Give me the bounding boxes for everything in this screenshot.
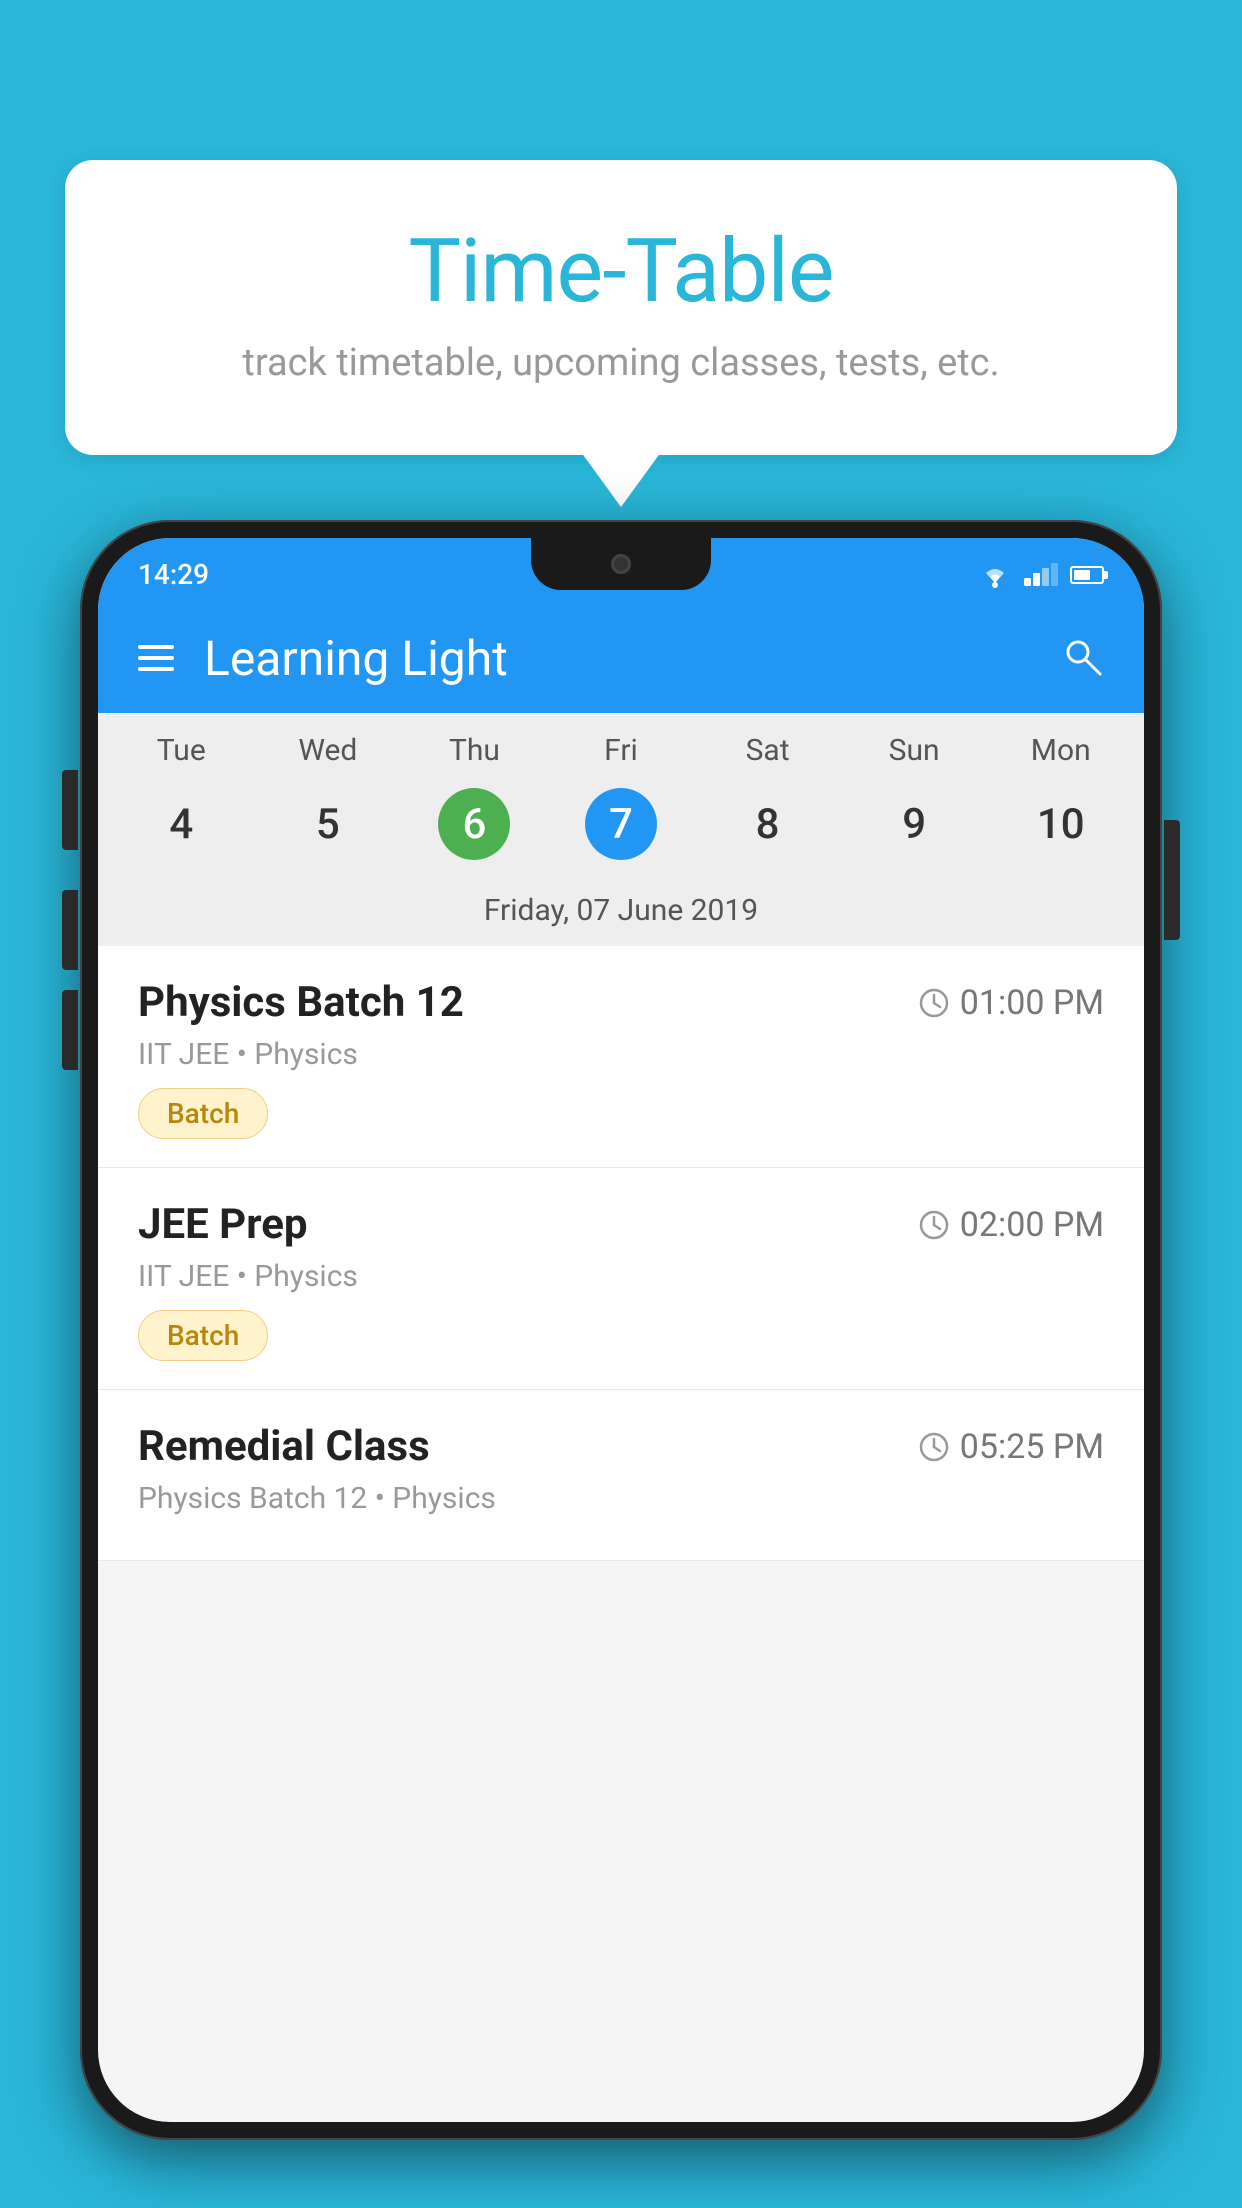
schedule-item-3-title: Remedial Class — [138, 1422, 430, 1471]
speech-bubble: Time-Table track timetable, upcoming cla… — [65, 160, 1177, 455]
speech-bubble-title: Time-Table — [115, 220, 1127, 323]
speech-bubble-subtitle: track timetable, upcoming classes, tests… — [115, 341, 1127, 385]
day-header-sat: Sat — [694, 733, 841, 768]
day-headers: Tue Wed Thu Fri Sat Sun Mon — [98, 713, 1144, 773]
schedule-item-2-subtitle: IIT JEE • Physics — [138, 1259, 1104, 1294]
battery-fill — [1074, 570, 1090, 580]
day-4[interactable]: 4 — [108, 778, 255, 870]
day-header-tue: Tue — [108, 733, 255, 768]
wifi-icon — [978, 561, 1012, 589]
speech-bubble-container: Time-Table track timetable, upcoming cla… — [65, 160, 1177, 455]
battery-icon — [1070, 566, 1104, 584]
phone-outer: 14:29 — [80, 520, 1162, 2140]
app-bar: Learning Light — [98, 603, 1144, 713]
schedule-item-1[interactable]: Physics Batch 12 01:00 PM IIT JEE • Phys… — [98, 946, 1144, 1168]
clock-icon-3 — [918, 1431, 950, 1463]
schedule-item-2-time: 02:00 PM — [918, 1205, 1104, 1245]
day-9[interactable]: 9 — [841, 778, 988, 870]
signal-icon — [1024, 563, 1058, 586]
phone-container: 14:29 — [80, 520, 1162, 2208]
schedule-item-3[interactable]: Remedial Class 05:25 PM Physics Batch 12… — [98, 1390, 1144, 1561]
clock-icon-2 — [918, 1209, 950, 1241]
schedule-item-1-subtitle: IIT JEE • Physics — [138, 1037, 1104, 1072]
day-6-circle[interactable]: 6 — [438, 788, 510, 860]
schedule-item-1-header: Physics Batch 12 01:00 PM — [138, 978, 1104, 1027]
search-icon[interactable] — [1060, 634, 1104, 682]
day-10[interactable]: 10 — [987, 778, 1134, 870]
phone-notch — [531, 538, 711, 590]
schedule-item-3-subtitle: Physics Batch 12 • Physics — [138, 1481, 1104, 1516]
selected-date: Friday, 07 June 2019 — [98, 885, 1144, 946]
day-header-thu: Thu — [401, 733, 548, 768]
schedule-item-1-title: Physics Batch 12 — [138, 978, 464, 1027]
day-numbers: 4 5 6 7 8 9 10 — [98, 773, 1144, 885]
day-header-fri: Fri — [548, 733, 695, 768]
clock-icon-1 — [918, 987, 950, 1019]
day-7-circle[interactable]: 7 — [585, 788, 657, 860]
day-header-sun: Sun — [841, 733, 988, 768]
schedule-item-2[interactable]: JEE Prep 02:00 PM IIT JEE • Physics Batc… — [98, 1168, 1144, 1390]
front-camera — [611, 554, 631, 574]
app-bar-left: Learning Light — [138, 630, 508, 687]
schedule-item-2-badge: Batch — [138, 1310, 268, 1361]
schedule-item-3-header: Remedial Class 05:25 PM — [138, 1422, 1104, 1471]
status-time: 14:29 — [138, 558, 209, 591]
schedule-item-1-badge: Batch — [138, 1088, 268, 1139]
calendar-section: Tue Wed Thu Fri Sat Sun Mon 4 5 6 7 — [98, 713, 1144, 946]
day-8[interactable]: 8 — [694, 778, 841, 870]
phone-screen: 14:29 — [98, 538, 1144, 2122]
day-6[interactable]: 6 — [401, 778, 548, 870]
schedule-item-2-title: JEE Prep — [138, 1200, 308, 1249]
day-7[interactable]: 7 — [548, 778, 695, 870]
day-header-wed: Wed — [255, 733, 402, 768]
menu-icon[interactable] — [138, 645, 174, 671]
app-title: Learning Light — [204, 630, 508, 687]
day-5[interactable]: 5 — [255, 778, 402, 870]
schedule-item-3-time: 05:25 PM — [918, 1427, 1104, 1467]
status-icons — [978, 561, 1104, 589]
schedule-item-1-time: 01:00 PM — [918, 983, 1104, 1023]
schedule-item-2-header: JEE Prep 02:00 PM — [138, 1200, 1104, 1249]
day-header-mon: Mon — [987, 733, 1134, 768]
schedule-list: Physics Batch 12 01:00 PM IIT JEE • Phys… — [98, 946, 1144, 1561]
